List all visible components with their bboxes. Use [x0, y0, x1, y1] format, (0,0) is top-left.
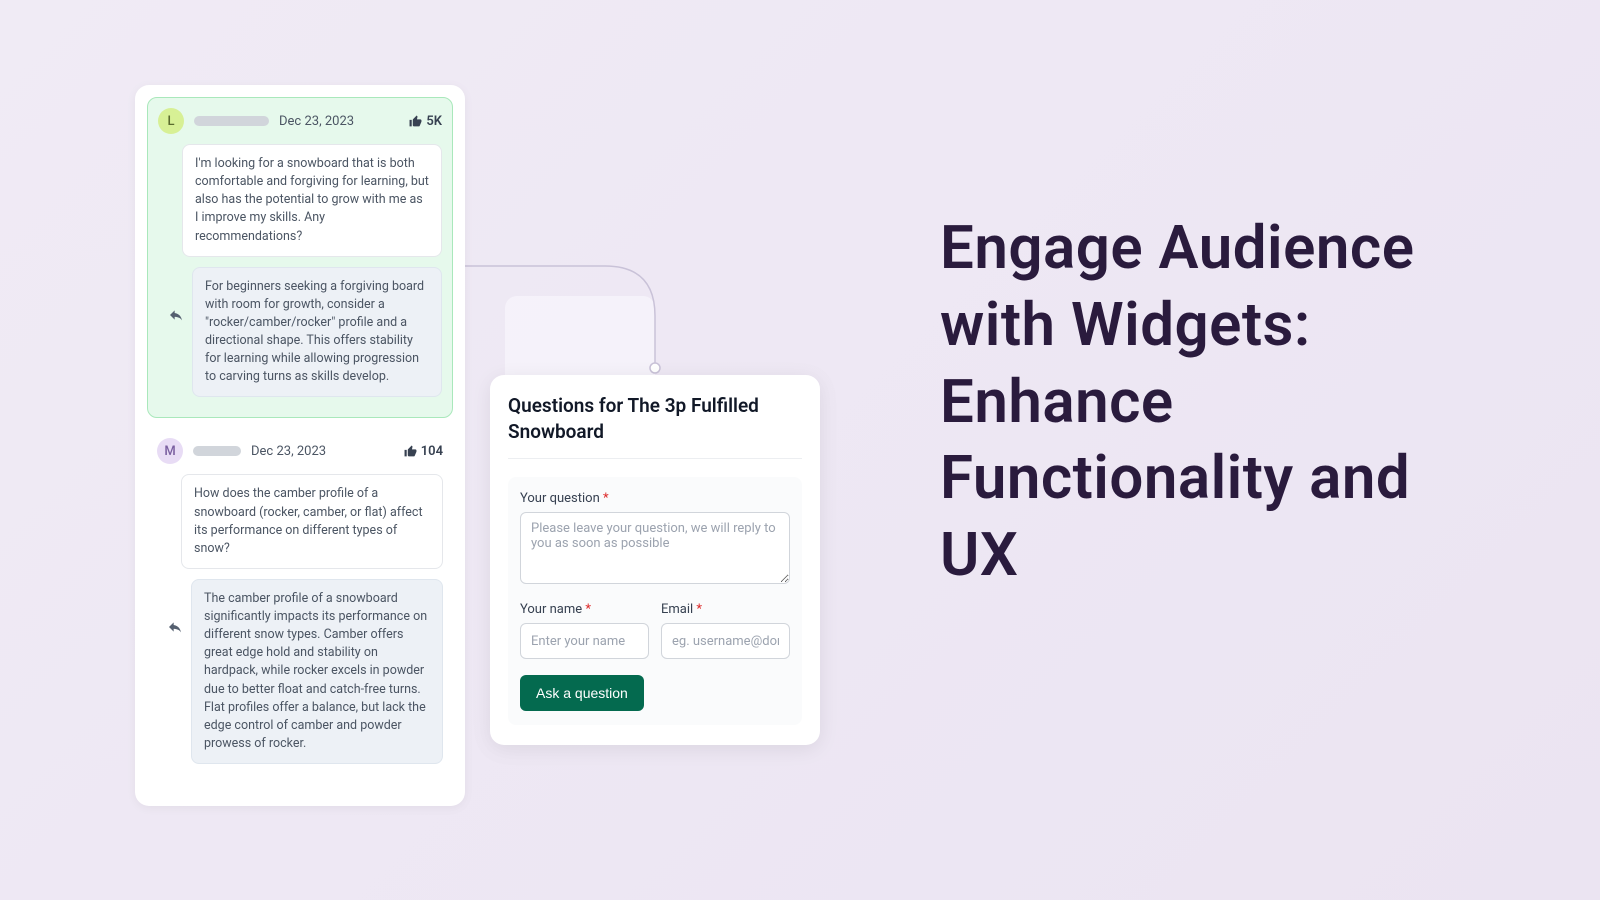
- qa-header: L Dec 23, 2023 5K: [158, 108, 442, 134]
- form-title: Questions for The 3p Fulfilled Snowboard: [508, 393, 802, 459]
- name-label: Your name *: [520, 602, 649, 617]
- thumb-up-icon: [409, 115, 422, 128]
- username-placeholder: [193, 446, 241, 456]
- qa-date: Dec 23, 2023: [251, 444, 326, 459]
- form-body: Your question * Your name * Email * Ask: [508, 477, 802, 725]
- name-input[interactable]: [520, 623, 649, 659]
- question-input[interactable]: [520, 512, 790, 584]
- thumb-up-icon: [404, 445, 417, 458]
- question-form-card: Questions for The 3p Fulfilled Snowboard…: [490, 375, 820, 745]
- email-label: Email *: [661, 602, 790, 617]
- qa-widget: L Dec 23, 2023 5K I'm looking for a snow…: [135, 85, 465, 806]
- email-input[interactable]: [661, 623, 790, 659]
- question-text: How does the camber profile of a snowboa…: [181, 474, 443, 569]
- qa-item[interactable]: M Dec 23, 2023 104 How does the camber p…: [147, 428, 453, 784]
- like-count[interactable]: 104: [404, 444, 443, 459]
- reply-icon: [168, 307, 184, 327]
- qa-header: M Dec 23, 2023 104: [157, 438, 443, 464]
- qa-date: Dec 23, 2023: [279, 114, 354, 129]
- avatar: L: [158, 108, 184, 134]
- answer-text: For beginners seeking a forgiving board …: [192, 267, 442, 398]
- answer-text: The camber profile of a snowboard signif…: [191, 579, 443, 764]
- headline: Engage Audience with Widgets: Enhance Fu…: [940, 210, 1480, 594]
- reply-icon: [167, 619, 183, 639]
- question-text: I'm looking for a snowboard that is both…: [182, 144, 442, 257]
- like-value: 5K: [426, 114, 442, 129]
- question-label: Your question *: [520, 491, 790, 506]
- like-count[interactable]: 5K: [409, 114, 442, 129]
- avatar: M: [157, 438, 183, 464]
- username-placeholder: [194, 116, 269, 126]
- qa-item[interactable]: L Dec 23, 2023 5K I'm looking for a snow…: [147, 97, 453, 418]
- like-value: 104: [421, 444, 443, 459]
- ask-question-button[interactable]: Ask a question: [520, 675, 644, 711]
